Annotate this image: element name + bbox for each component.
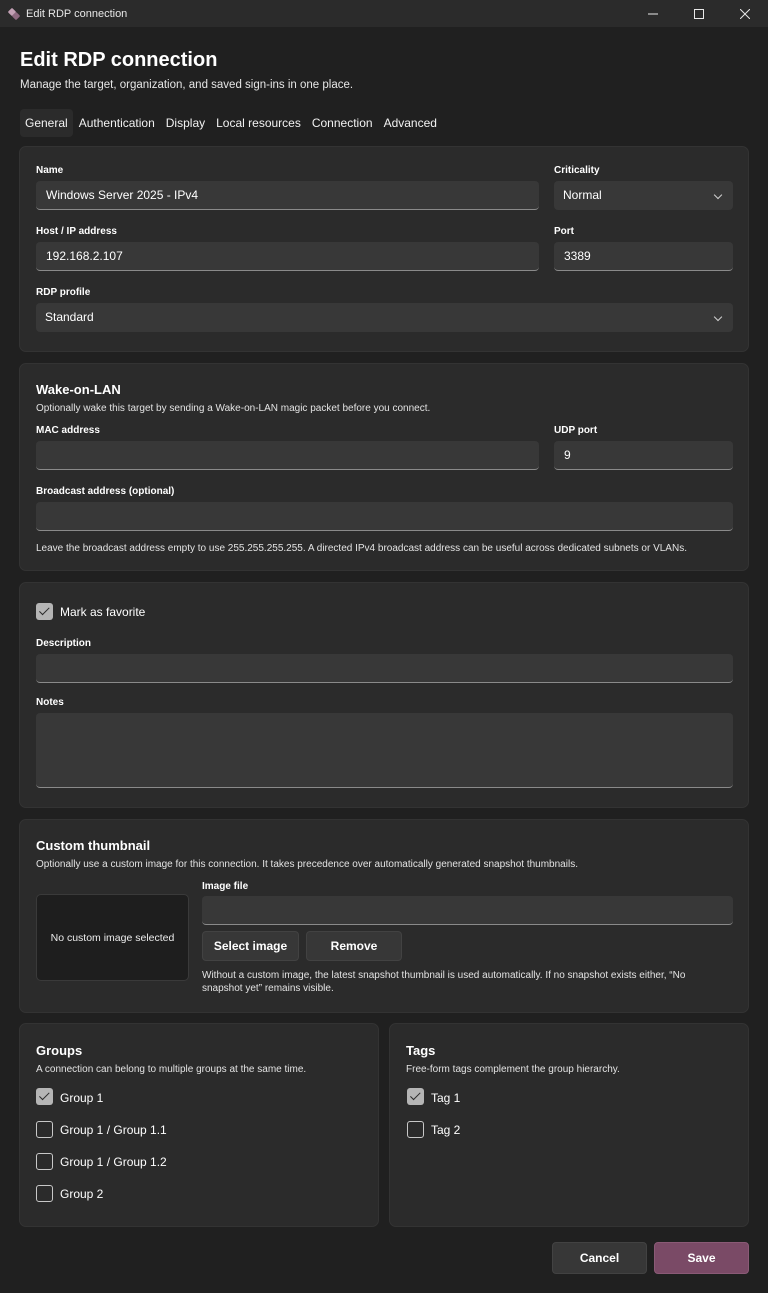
general-card: Name Windows Server 2025 - IPv4 Critical…: [19, 146, 749, 352]
wake-on-lan-card: Wake-on-LAN Optionally wake this target …: [19, 363, 749, 571]
select-image-button[interactable]: Select image: [202, 931, 299, 961]
group-1-2-label: Group 1 / Group 1.2: [60, 1155, 167, 1169]
tag-2-label: Tag 2: [431, 1123, 461, 1137]
tab-authentication[interactable]: Authentication: [74, 109, 160, 137]
host-field[interactable]: 192.168.2.107: [36, 242, 539, 271]
details-card: Mark as favorite Description Notes: [19, 582, 749, 808]
thumbnail-preview-text: No custom image selected: [50, 931, 175, 944]
rdp-profile-select[interactable]: Standard: [36, 303, 733, 332]
close-button[interactable]: [722, 0, 768, 27]
criticality-label: Criticality: [554, 165, 600, 176]
thumbnail-card: Custom thumbnail Optionally use a custom…: [19, 819, 749, 1013]
window-controls: [630, 0, 768, 27]
maximize-button[interactable]: [676, 0, 722, 27]
groups-card: Groups A connection can belong to multip…: [19, 1023, 379, 1227]
port-label: Port: [554, 226, 574, 237]
wol-description: Optionally wake this target by sending a…: [36, 403, 431, 414]
groups-title: Groups: [36, 1043, 83, 1058]
udp-port-label: UDP port: [554, 425, 598, 436]
tag-2-checkbox[interactable]: [407, 1121, 424, 1138]
chevron-down-icon: [713, 190, 723, 200]
page-title: Edit RDP connection: [20, 49, 218, 71]
group-1-1-label: Group 1 / Group 1.1: [60, 1123, 167, 1137]
wol-title: Wake-on-LAN: [36, 382, 121, 397]
mac-label: MAC address: [36, 425, 100, 436]
tags-card: Tags Free-form tags complement the group…: [389, 1023, 749, 1227]
group-1-label: Group 1: [60, 1091, 104, 1105]
criticality-select[interactable]: Normal: [554, 181, 733, 210]
remove-image-button[interactable]: Remove: [306, 931, 402, 961]
tab-local-resources[interactable]: Local resources: [211, 109, 306, 137]
tab-display[interactable]: Display: [161, 109, 210, 137]
thumbnail-title: Custom thumbnail: [36, 838, 151, 853]
close-icon: [740, 8, 750, 19]
tag-1-checkbox[interactable]: [407, 1088, 424, 1105]
image-file-field[interactable]: [202, 896, 733, 925]
udp-port-field[interactable]: 9: [554, 441, 733, 470]
tab-general[interactable]: General: [20, 109, 73, 137]
groups-description: A connection can belong to multiple grou…: [36, 1064, 307, 1075]
name-label: Name: [36, 165, 64, 176]
group-1-checkbox[interactable]: [36, 1088, 53, 1105]
tags-description: Free-form tags complement the group hier…: [406, 1064, 620, 1075]
app-icon: [7, 7, 21, 20]
broadcast-field[interactable]: [36, 502, 733, 531]
tag-1-label: Tag 1: [431, 1091, 461, 1105]
minimize-icon: [648, 13, 658, 14]
rdp-profile-label: RDP profile: [36, 287, 91, 298]
notes-label: Notes: [36, 697, 64, 708]
thumbnail-preview: No custom image selected: [36, 894, 189, 981]
port-field[interactable]: 3389: [554, 242, 733, 271]
description-field[interactable]: [36, 654, 733, 683]
title-bar: Edit RDP connection: [0, 0, 768, 27]
favorite-label: Mark as favorite: [60, 605, 146, 619]
tab-bar: General Authentication Display Local res…: [20, 109, 443, 137]
thumbnail-description: Optionally use a custom image for this c…: [36, 859, 578, 870]
favorite-checkbox[interactable]: [36, 603, 53, 620]
group-1-1-checkbox[interactable]: [36, 1121, 53, 1138]
tab-advanced[interactable]: Advanced: [379, 109, 442, 137]
group-2-checkbox[interactable]: [36, 1185, 53, 1202]
group-2-label: Group 2: [60, 1187, 104, 1201]
description-label: Description: [36, 638, 92, 649]
cancel-button[interactable]: Cancel: [552, 1242, 647, 1274]
broadcast-label: Broadcast address (optional): [36, 486, 175, 497]
image-file-label: Image file: [202, 881, 249, 892]
mac-field[interactable]: [36, 441, 539, 470]
notes-field[interactable]: [36, 713, 733, 788]
maximize-icon: [694, 8, 704, 19]
minimize-button[interactable]: [630, 0, 676, 27]
tab-connection[interactable]: Connection: [307, 109, 378, 137]
window-title: Edit RDP connection: [26, 7, 128, 20]
group-1-2-checkbox[interactable]: [36, 1153, 53, 1170]
thumbnail-note: Without a custom image, the latest snaps…: [202, 970, 686, 994]
host-label: Host / IP address: [36, 226, 117, 237]
chevron-down-icon: [713, 312, 723, 322]
name-field[interactable]: Windows Server 2025 - IPv4: [36, 181, 539, 210]
save-button[interactable]: Save: [654, 1242, 749, 1274]
page-subtitle: Manage the target, organization, and sav…: [20, 79, 354, 91]
rdp-profile-value: Standard: [45, 310, 94, 324]
criticality-value: Normal: [563, 188, 602, 202]
dialog-content: Edit RDP connection Manage the target, o…: [0, 27, 768, 1293]
broadcast-note: Leave the broadcast address empty to use…: [36, 543, 687, 554]
tags-title: Tags: [406, 1043, 436, 1058]
